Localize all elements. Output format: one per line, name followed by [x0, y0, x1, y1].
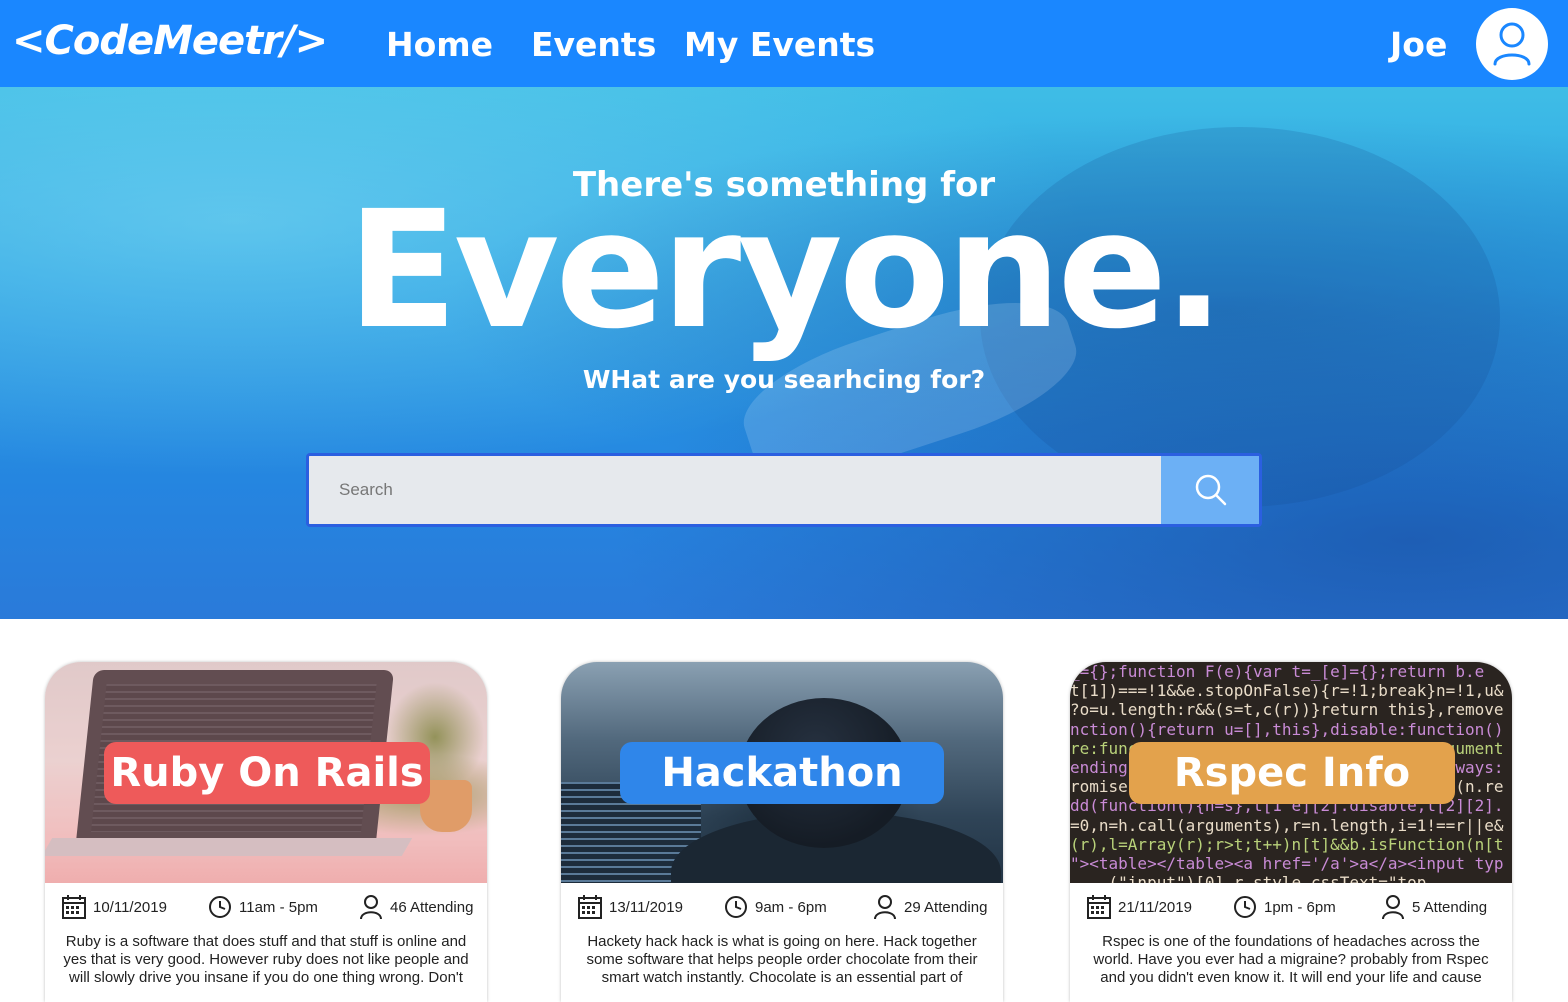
- hero-subtitle: There's something for: [572, 165, 996, 205]
- clock-icon: [1234, 896, 1256, 918]
- event-title[interactable]: Hackathon: [620, 742, 944, 804]
- nav-link-my-events[interactable]: My Events: [684, 25, 875, 64]
- hero-question: WHat are you searhcing for?: [582, 365, 986, 394]
- event-meta: 21/11/2019 1pm - 6pm 5 Attending: [1070, 883, 1512, 931]
- event-title[interactable]: Rspec Info: [1129, 742, 1455, 804]
- person-icon: [874, 895, 896, 920]
- event-description: Hackety hack hack is what is going on he…: [586, 933, 978, 986]
- calendar-icon: [1087, 895, 1111, 919]
- calendar-icon: [62, 895, 86, 919]
- event-title[interactable]: Ruby On Rails: [104, 742, 430, 804]
- user-name[interactable]: Joe: [1390, 25, 1447, 64]
- user-icon: [1493, 22, 1531, 66]
- calendar-icon: [578, 895, 602, 919]
- search-bar: [306, 453, 1262, 527]
- nav-link-events[interactable]: Events: [531, 25, 656, 64]
- clock-icon: [209, 896, 231, 918]
- event-description: Rspec is one of the foundations of heada…: [1093, 933, 1489, 986]
- hero-banner: Everyone. There's something for WHat are…: [0, 87, 1568, 619]
- event-meta: 10/11/2019 11am - 5pm 46 Attending: [45, 883, 487, 931]
- nav-link-home[interactable]: Home: [386, 25, 493, 64]
- search-icon: [1195, 474, 1227, 506]
- search-button[interactable]: [1161, 456, 1259, 524]
- avatar-button[interactable]: [1476, 8, 1548, 80]
- top-navbar: <CodeMeetr/> Home Events My Events Joe: [0, 0, 1568, 87]
- event-meta: 13/11/2019 9am - 6pm 29 Attending: [561, 883, 1003, 931]
- clock-icon: [725, 896, 747, 918]
- event-description: Ruby is a software that does stuff and t…: [63, 933, 469, 986]
- event-card-hackathon[interactable]: Hackathon 13/11/2019 9am - 6pm 29 Attend…: [561, 662, 1003, 1002]
- event-card-ruby-on-rails[interactable]: Ruby On Rails 10/11/2019 11am - 5pm 46 A…: [45, 662, 487, 1002]
- search-input[interactable]: [309, 456, 1161, 524]
- event-card-rspec-info[interactable]: _={};function F(e){var t=_[e]={};return …: [1070, 662, 1512, 1002]
- logo[interactable]: <CodeMeetr/>: [12, 18, 328, 64]
- person-icon: [1382, 895, 1404, 920]
- person-icon: [360, 895, 382, 920]
- hero-title: Everyone.: [347, 177, 1225, 365]
